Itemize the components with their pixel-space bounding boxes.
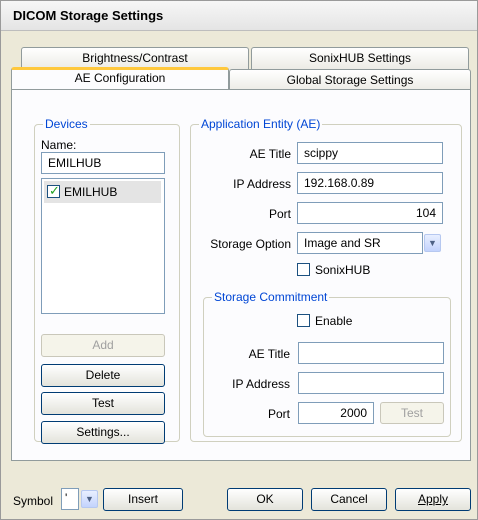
storage-option-select[interactable]: Image and SR (297, 232, 423, 254)
ae-configuration-panel: Devices Name: EMILHUB EMILHUB Add Delete… (11, 89, 471, 461)
chevron-down-icon[interactable]: ▼ (81, 490, 98, 508)
device-enabled-checkbox[interactable] (47, 183, 60, 199)
application-entity-group: Application Entity (AE) AE Title scippy … (190, 117, 462, 442)
port-label: Port (268, 207, 291, 221)
commitment-enable-checkbox[interactable] (297, 314, 310, 327)
apply-button[interactable]: Apply (395, 488, 471, 511)
device-list[interactable]: EMILHUB (41, 178, 165, 314)
storage-commitment-legend: Storage Commitment (212, 290, 330, 304)
ae-title-label: AE Title (249, 147, 291, 161)
device-list-item[interactable]: EMILHUB (44, 181, 161, 203)
insert-button[interactable]: Insert (103, 488, 183, 511)
dicom-storage-settings-dialog: DICOM Storage Settings Brightness/Contra… (0, 0, 478, 520)
tab-sonixhub-settings[interactable]: SonixHUB Settings (251, 47, 469, 69)
commitment-test-button[interactable]: Test (380, 402, 444, 424)
window-title: DICOM Storage Settings (1, 1, 477, 31)
test-device-button[interactable]: Test (41, 392, 165, 415)
ip-address-label: IP Address (233, 177, 291, 191)
ip-address-input[interactable]: 192.168.0.89 (297, 172, 443, 194)
device-list-item-label: EMILHUB (64, 185, 118, 199)
commitment-port-input[interactable]: 2000 (298, 402, 374, 424)
tab-brightness-contrast[interactable]: Brightness/Contrast (21, 47, 249, 69)
storage-commitment-group: Storage Commitment Enable AE Title IP Ad… (203, 290, 451, 437)
commitment-ae-title-label: AE Title (248, 347, 290, 361)
apply-button-label: Apply (417, 492, 449, 506)
device-name-input[interactable]: EMILHUB (41, 152, 165, 174)
devices-group: Devices Name: EMILHUB EMILHUB Add Delete… (34, 117, 180, 444)
commitment-port-label: Port (267, 407, 290, 421)
port-input[interactable]: 104 (297, 202, 443, 224)
commitment-ip-address-label: IP Address (232, 377, 290, 391)
commitment-ip-address-input[interactable] (298, 372, 444, 394)
chevron-down-icon[interactable]: ▼ (424, 234, 441, 252)
sonixhub-checkbox[interactable] (297, 263, 310, 276)
devices-legend: Devices (43, 117, 90, 131)
commitment-enable-label: Enable (315, 314, 353, 328)
delete-device-button[interactable]: Delete (41, 364, 165, 387)
add-device-button[interactable]: Add (41, 334, 165, 357)
symbol-label: Symbol (13, 494, 54, 508)
tab-global-storage-settings[interactable]: Global Storage Settings (229, 69, 471, 91)
sonixhub-label: SonixHUB (315, 263, 371, 277)
application-entity-legend: Application Entity (AE) (199, 117, 323, 131)
device-settings-button[interactable]: Settings... (41, 421, 165, 444)
tab-ae-configuration[interactable]: AE Configuration (11, 67, 229, 91)
ae-title-input[interactable]: scippy (297, 142, 443, 164)
commitment-ae-title-input[interactable] (298, 342, 444, 364)
tab-strip: Brightness/Contrast SonixHUB Settings AE… (11, 47, 471, 91)
symbol-select[interactable]: ' (61, 488, 79, 510)
cancel-button[interactable]: Cancel (311, 488, 387, 511)
ok-button[interactable]: OK (227, 488, 303, 511)
storage-option-label: Storage Option (210, 237, 291, 251)
device-name-label: Name: (41, 138, 77, 152)
